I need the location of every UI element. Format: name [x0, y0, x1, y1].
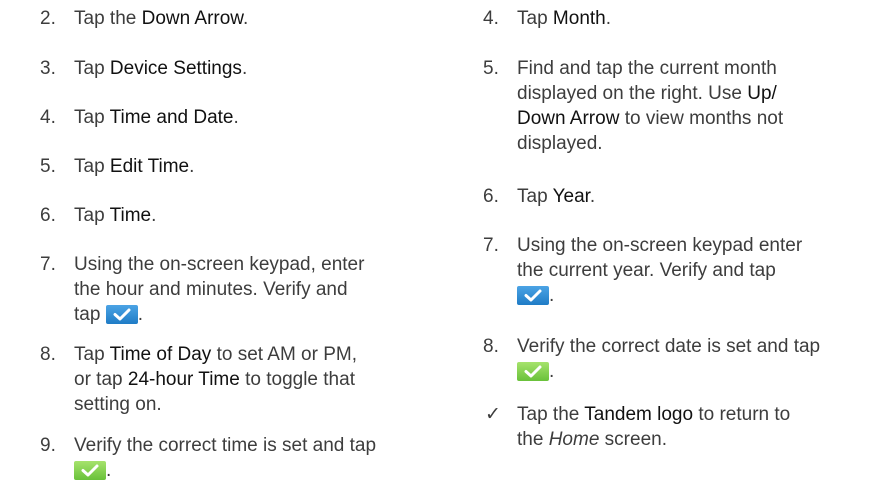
step-punct: . — [605, 8, 612, 29]
step-text: displayed on the right. Use — [517, 83, 748, 104]
step-number: 7. — [483, 235, 499, 256]
step-text: the hour and minutes. Verify and — [74, 279, 348, 300]
step-number: 6. — [483, 186, 499, 207]
step-text: the current year. Verify and tap — [517, 260, 776, 281]
checkmark-button-icon — [105, 305, 138, 324]
step-text: Verify the correct time is set and tap — [74, 435, 377, 456]
step-emphasis: 24-hour Time — [127, 369, 240, 390]
step-number: 6. — [40, 205, 56, 226]
step-text: to return to — [693, 404, 791, 425]
step-emphasis: Time and Date — [109, 107, 234, 128]
step-emphasis: Down Arrow — [141, 8, 243, 29]
step-number: 4. — [483, 8, 499, 29]
step-text: Tap — [74, 107, 110, 128]
step-number: 5. — [40, 156, 56, 177]
step-text: displayed. — [517, 133, 603, 154]
step-text: to view months not — [619, 108, 784, 129]
step-text: to toggle that — [239, 369, 355, 390]
step-emphasis: Time of Day — [109, 344, 212, 365]
step-punct: . — [549, 285, 555, 306]
step-number: 7. — [40, 254, 56, 275]
step-text: screen. — [599, 429, 667, 450]
checkmark-confirm-icon — [517, 362, 549, 381]
step-text: Verify the correct date is set and tap — [517, 336, 821, 357]
step-punct: . — [233, 107, 239, 128]
step-text: to set AM or PM, — [211, 344, 358, 365]
step-emphasis: Month — [552, 8, 606, 29]
step-text: tap — [74, 304, 101, 325]
step-punct: . — [151, 205, 157, 226]
step-punct: . — [589, 186, 596, 207]
checkmark-button-icon — [517, 286, 549, 305]
step-text: Tap — [517, 186, 553, 207]
step-text: Tap the — [74, 8, 142, 29]
step-number: 9. — [40, 435, 56, 456]
step-text: Using the on-screen keypad, enter — [74, 254, 365, 275]
step-emphasis: Up/ — [747, 83, 777, 104]
step-number: 3. — [40, 58, 56, 79]
step-punct: . — [106, 460, 112, 481]
step-punct: . — [549, 361, 555, 382]
step-text: Tap — [74, 58, 110, 79]
step-italic: Home — [548, 429, 600, 450]
step-text: Tap — [74, 205, 110, 226]
step-punct: . — [137, 304, 143, 325]
step-punct: . — [189, 156, 195, 177]
step-number: 4. — [40, 107, 56, 128]
step-number: 8. — [40, 344, 56, 365]
checkmark-confirm-icon — [74, 461, 106, 480]
step-text: Find and tap the current month — [517, 58, 777, 79]
step-number: 8. — [483, 336, 499, 357]
step-text: Tap — [517, 8, 553, 29]
step-text: Tap the — [517, 404, 585, 425]
step-emphasis: Tandem logo — [584, 404, 694, 425]
step-emphasis: Device Settings — [109, 58, 242, 79]
step-number: 2. — [40, 8, 56, 29]
check-mark-icon: ✓ — [485, 404, 501, 425]
step-text: Tap — [74, 156, 110, 177]
step-punct: . — [242, 8, 249, 29]
step-emphasis: Down Arrow — [517, 108, 620, 129]
step-text: setting on. — [74, 394, 162, 415]
step-text: Tap — [74, 344, 110, 365]
step-emphasis: Edit Time — [109, 156, 190, 177]
step-emphasis: Year — [552, 186, 590, 207]
step-emphasis: Time — [109, 205, 152, 226]
step-number: 5. — [483, 58, 499, 79]
step-text: Using the on-screen keypad enter — [517, 235, 803, 256]
step-punct: . — [241, 58, 248, 79]
step-text: or tap — [74, 369, 128, 390]
step-text: the — [517, 429, 549, 450]
